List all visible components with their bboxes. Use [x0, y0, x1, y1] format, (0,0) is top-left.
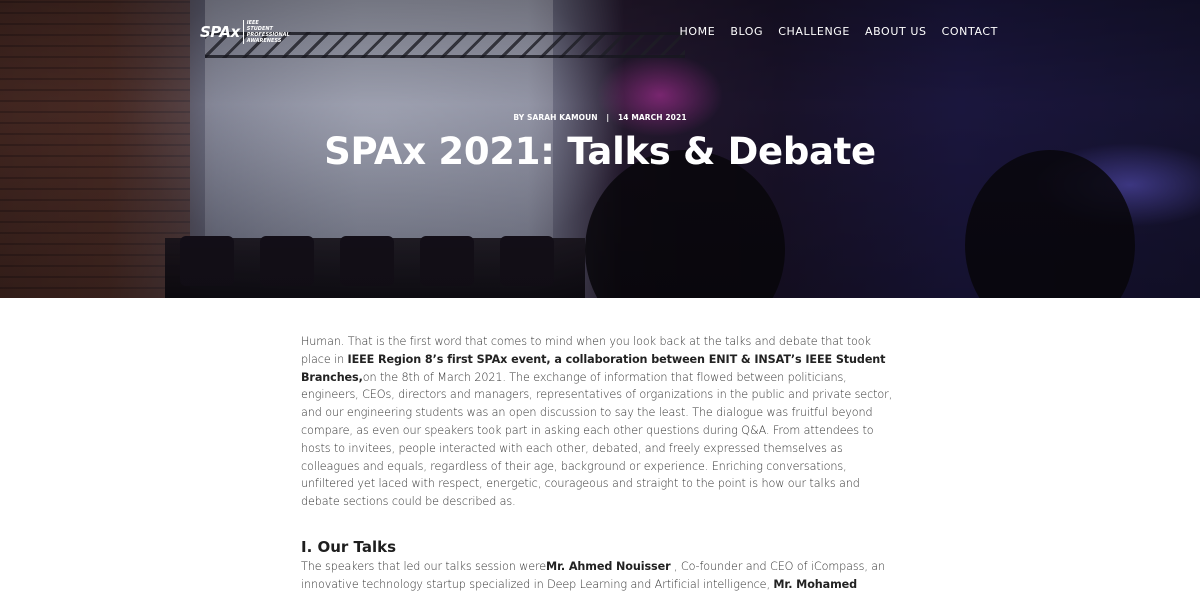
logo-tagline: IEEE Student Professional Awareness [242, 20, 290, 44]
nav-item-home[interactable]: HOME [680, 25, 716, 38]
nav-item-challenge[interactable]: CHALLENGE [778, 25, 850, 38]
article-emphasis: Mr. Ahmed Nouisser [546, 559, 671, 573]
logo-mark: SPAx [200, 23, 240, 41]
nav-item-blog[interactable]: BLOG [730, 25, 763, 38]
nav-item-contact[interactable]: CONTACT [942, 25, 998, 38]
post-meta: BY SARAH KAMOUN | 14 MARCH 2021 [0, 113, 1200, 122]
logo-tagline-line: Awareness [246, 38, 282, 44]
post-author[interactable]: BY SARAH KAMOUN [513, 113, 597, 122]
section-heading-talks: I. Our Talks [301, 537, 397, 556]
meta-separator: | [606, 113, 610, 122]
article-text: on the 8th of March 2021. The exchange o… [301, 370, 893, 509]
nav-item-about-us[interactable]: ABOUT US [865, 25, 927, 38]
page-title: SPAx 2021: Talks & Debate [324, 130, 876, 173]
main-nav: HOME BLOG CHALLENGE ABOUT US CONTACT [680, 25, 998, 38]
hero-banner: SPAx IEEE Student Professional Awareness… [0, 0, 1200, 298]
article-paragraph: Human. That is the first word that comes… [301, 333, 893, 511]
site-logo[interactable]: SPAx IEEE Student Professional Awareness [200, 20, 290, 44]
article-emphasis: Mr. Mohamed [773, 577, 858, 591]
article-text: The speakers that led our talks session … [301, 559, 547, 573]
article-body: Human. That is the first word that comes… [301, 333, 893, 594]
post-date: 14 MARCH 2021 [617, 113, 687, 122]
article-paragraph: The speakers that led our talks session … [301, 558, 893, 594]
